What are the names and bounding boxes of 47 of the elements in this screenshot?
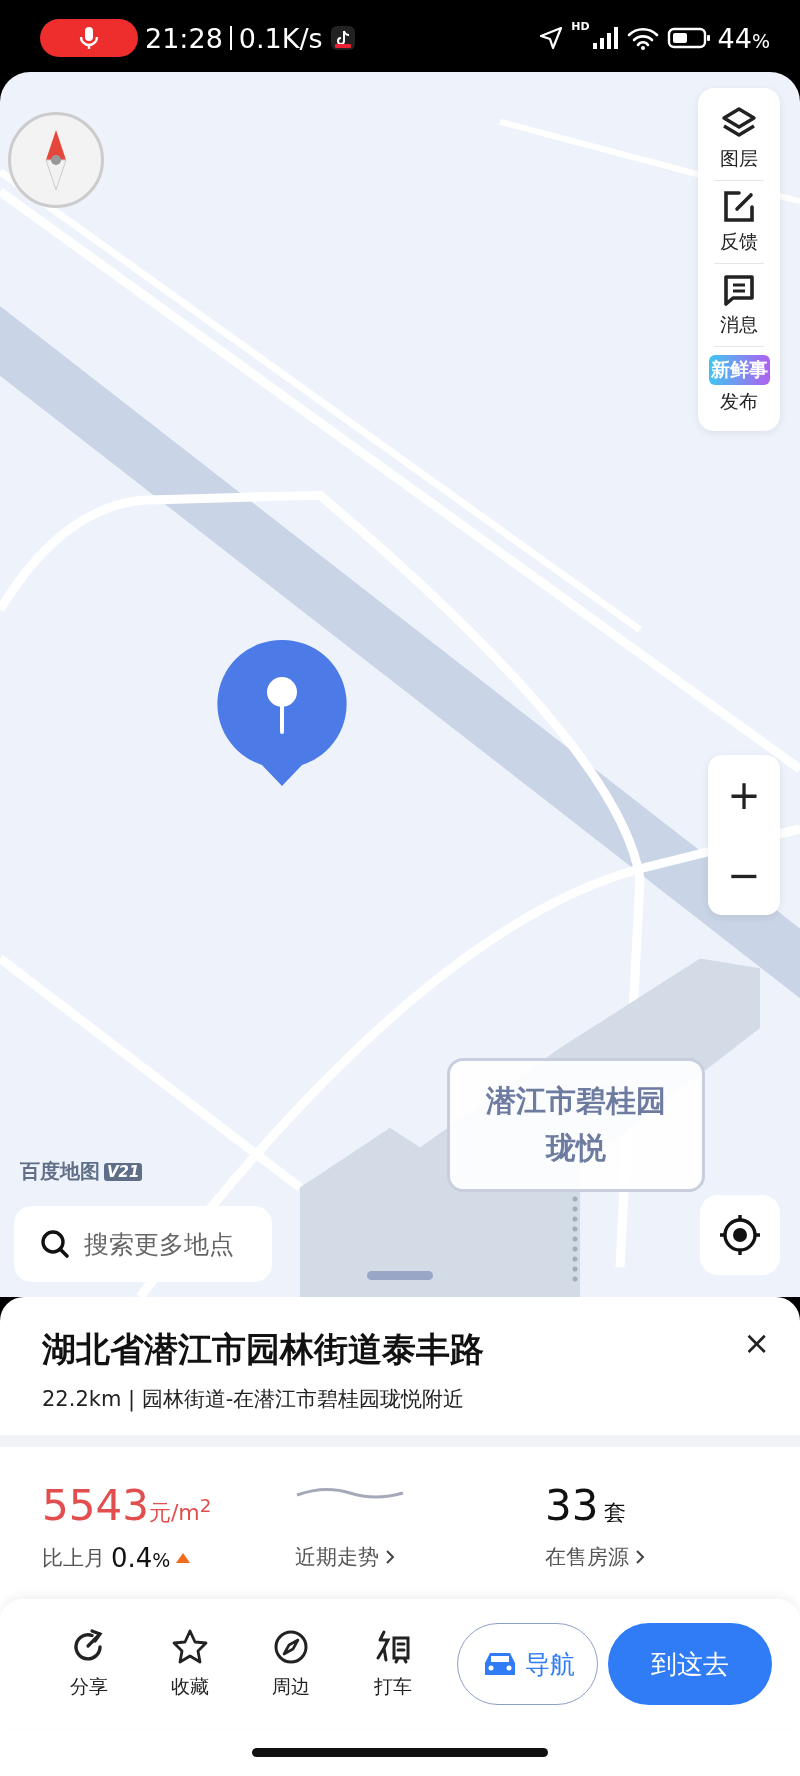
map-logo: 百度地图 [20, 1158, 100, 1185]
chevron-icon [385, 1549, 395, 1565]
network-speed: 0.1K/s [238, 22, 323, 54]
zoom-in-button[interactable]: + [708, 755, 780, 835]
place-subtitle: 22.2km | 园林街道-在潜江市碧桂园珑悦附近 [42, 1386, 466, 1413]
network-type: HD [571, 20, 590, 33]
star-icon [171, 1628, 209, 1666]
search-icon [40, 1229, 70, 1259]
battery-icon [666, 25, 711, 51]
close-button[interactable]: × [743, 1327, 770, 1359]
edit-icon [721, 189, 757, 225]
share-button[interactable]: 分享 [38, 1628, 140, 1700]
message-button[interactable]: 消息 [720, 264, 758, 346]
trend-link[interactable]: 近期走势 [295, 1543, 545, 1571]
go-here-button[interactable]: 到这去 [608, 1623, 772, 1705]
app-notification-icon [329, 25, 356, 51]
location-arrow-icon [538, 25, 565, 51]
search-field[interactable]: 搜索更多地点 [14, 1206, 272, 1282]
star-button[interactable]: 收藏 [139, 1628, 241, 1700]
navigate-button[interactable]: 导航 [457, 1623, 598, 1705]
message-icon [721, 272, 757, 308]
zoom-out-button[interactable]: − [708, 835, 780, 915]
badge-button[interactable]: 新鲜事 发布 [708, 347, 770, 423]
change-value: 0.4% [111, 1543, 171, 1573]
taxi-button[interactable]: 打车 [342, 1628, 444, 1700]
drag-handle[interactable] [367, 1271, 433, 1280]
edit-button[interactable]: 反馈 [720, 181, 758, 263]
locate-icon [718, 1213, 762, 1257]
place-title: 湖北省潜江市园林街道泰丰路 [42, 1328, 484, 1371]
layers-button[interactable]: 图层 [720, 98, 758, 180]
place-name: 潜江市碧桂园 [486, 1082, 666, 1120]
status-time: 21:28 [145, 22, 223, 54]
up-triangle-icon [176, 1553, 191, 1563]
count-unit: 套 [604, 1499, 627, 1527]
compass-button[interactable]: 周边 [240, 1628, 342, 1700]
place-name: 珑悦 [546, 1129, 606, 1167]
listings-link[interactable]: 在售房源 [545, 1543, 798, 1571]
location-pin-icon [216, 638, 348, 788]
price-value: 5543 [42, 1481, 149, 1530]
battery-level: 44% [717, 22, 770, 54]
signal-icon [590, 25, 619, 51]
locate-button[interactable] [700, 1195, 780, 1275]
wifi-icon [625, 25, 660, 51]
chevron-icon [635, 1549, 645, 1565]
listing-count: 33 [545, 1481, 599, 1530]
price-unit: 元/m$^{2}$ [148, 1494, 212, 1527]
change-label: 比上月 [42, 1545, 105, 1572]
